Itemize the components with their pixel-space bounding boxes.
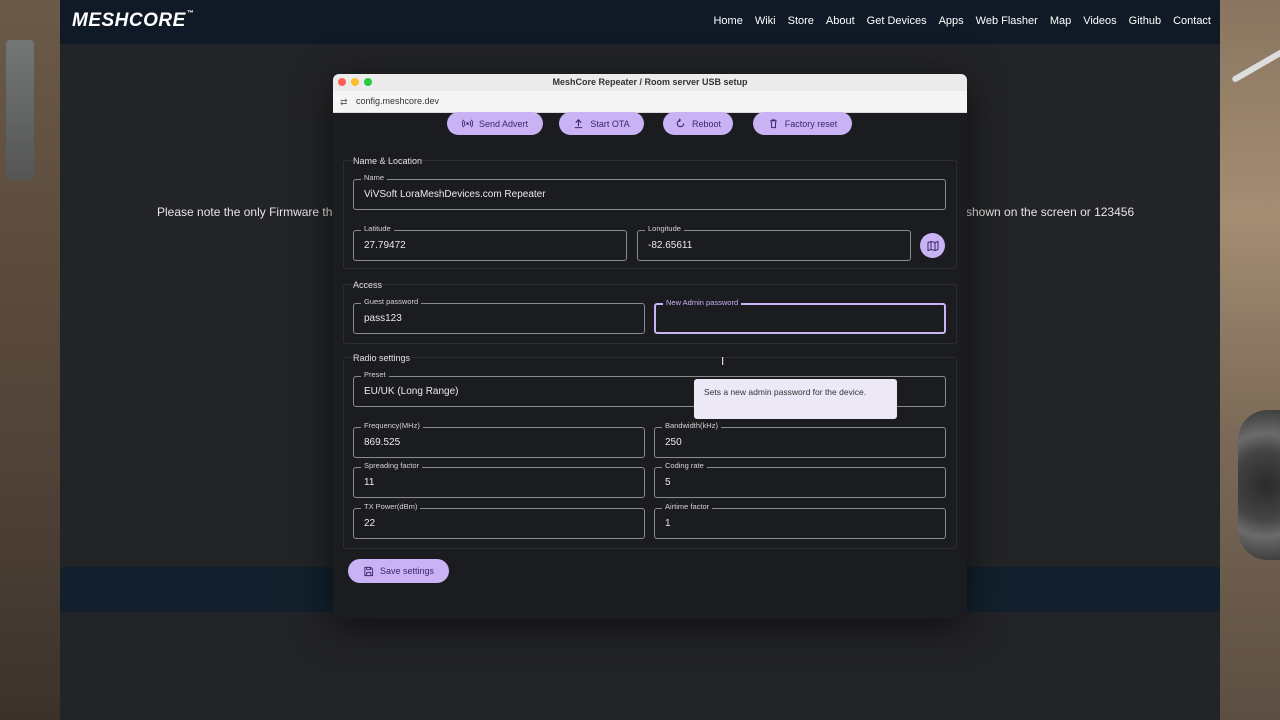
cable [1231,42,1280,84]
nav-wiki[interactable]: Wiki [755,15,776,27]
window-title: MeshCore Repeater / Room server USB setu… [552,77,748,87]
send-advert-button[interactable]: Send Advert [447,112,543,135]
text-cursor-icon: I [721,355,725,368]
coding-rate-value: 5 [665,477,671,488]
airtime-factor-value: 1 [665,518,671,529]
firmware-note-right: shown on the screen or 123456 [966,205,1135,219]
spreading-factor-field[interactable]: Spreading factor 11 [353,461,645,498]
bandwidth-value: 250 [665,437,682,448]
start-ota-button[interactable]: Start OTA [559,112,644,135]
broadcast-icon [461,119,473,128]
reboot-label: Reboot [691,118,722,129]
config-form: Send Advert Start OTA Reboot Factory res… [333,112,967,619]
latitude-value: 27.79472 [364,240,406,251]
save-settings-button[interactable]: Save settings [348,559,449,583]
start-ota-label: Start OTA [590,118,630,129]
nav-links: Home Wiki Store About Get Devices Apps W… [701,15,1211,27]
nav-web-flasher[interactable]: Web Flasher [976,15,1038,27]
tx-power-field[interactable]: TX Power(dBm) 22 [353,502,645,539]
nav-apps[interactable]: Apps [939,15,964,27]
factory-reset-label: Factory reset [784,118,838,129]
upload-icon [575,119,583,129]
guest-password-field[interactable]: Guest password pass123 [353,297,645,334]
admin-password-tooltip: Sets a new admin password for the device… [694,379,897,419]
url-text: config.meshcore.dev [356,96,440,106]
nav-contact[interactable]: Contact [1173,15,1211,27]
nav-map[interactable]: Map [1050,15,1071,27]
save-icon [364,566,374,576]
preset-value: EU/UK (Long Range) [364,386,459,397]
site-logo[interactable]: MESHCORE™ [72,10,194,32]
guest-password-value: pass123 [364,313,402,324]
spreading-factor-label: Spreading factor [361,461,423,470]
frequency-label: Frequency(MHz) [361,421,423,430]
longitude-value: -82.65611 [648,240,693,251]
nav-get-devices[interactable]: Get Devices [867,15,927,27]
airtime-factor-label: Airtime factor [662,502,713,511]
reboot-button[interactable]: Reboot [663,112,733,135]
save-settings-label: Save settings [379,566,435,576]
map-picker-button[interactable] [920,233,945,258]
firmware-note-left: Please note the only Firmware that [157,205,343,219]
setup-dialog-window: MeshCore Repeater / Room server USB setu… [333,74,967,619]
name-field[interactable]: Name ViVSoft LoraMeshDevices.com Repeate… [353,173,946,210]
access-title: Access [353,280,383,290]
trash-icon [770,119,777,129]
latitude-label: Latitude [361,224,394,233]
nav-about[interactable]: About [826,15,855,27]
latitude-field[interactable]: Latitude 27.79472 [353,224,627,261]
address-bar[interactable]: ⇄ config.meshcore.dev [333,91,967,113]
tx-power-label: TX Power(dBm) [361,502,421,511]
coding-rate-field[interactable]: Coding rate 5 [654,461,946,498]
radio-settings-title: Radio settings [353,353,411,363]
send-advert-label: Send Advert [478,118,529,129]
coding-rate-label: Coding rate [662,461,707,470]
admin-password-field[interactable]: New Admin password [654,298,946,334]
nav-home[interactable]: Home [713,15,742,27]
bandwidth-label: Bandwidth(kHz) [662,421,721,430]
restart-icon [676,118,685,128]
top-navigation: MESHCORE™ Home Wiki Store About Get Devi… [60,0,1220,44]
bandwidth-field[interactable]: Bandwidth(kHz) 250 [654,421,946,458]
photo-background-left [0,0,60,720]
name-location-title: Name & Location [353,156,423,166]
nav-videos[interactable]: Videos [1083,15,1116,27]
name-value: ViVSoft LoraMeshDevices.com Repeater [364,189,546,200]
admin-password-label: New Admin password [663,298,742,307]
longitude-label: Longitude [645,224,684,233]
airtime-factor-field[interactable]: Airtime factor 1 [654,502,946,539]
factory-reset-button[interactable]: Factory reset [753,112,852,135]
name-label: Name [361,173,388,182]
window-titlebar: MeshCore Repeater / Room server USB setu… [333,74,967,91]
site-settings-icon[interactable]: ⇄ [340,97,348,108]
map-icon [927,240,938,251]
preset-label: Preset [361,370,389,379]
photo-background-right [1220,0,1280,720]
longitude-field[interactable]: Longitude -82.65611 [637,224,911,261]
wristwatch [1238,410,1280,560]
nav-github[interactable]: Github [1129,15,1161,27]
frequency-value: 869.525 [364,437,401,448]
spreading-factor-value: 11 [364,477,375,488]
nav-store[interactable]: Store [788,15,814,27]
tx-power-value: 22 [364,518,376,529]
guest-password-label: Guest password [361,297,422,306]
frequency-field[interactable]: Frequency(MHz) 869.525 [353,421,645,458]
